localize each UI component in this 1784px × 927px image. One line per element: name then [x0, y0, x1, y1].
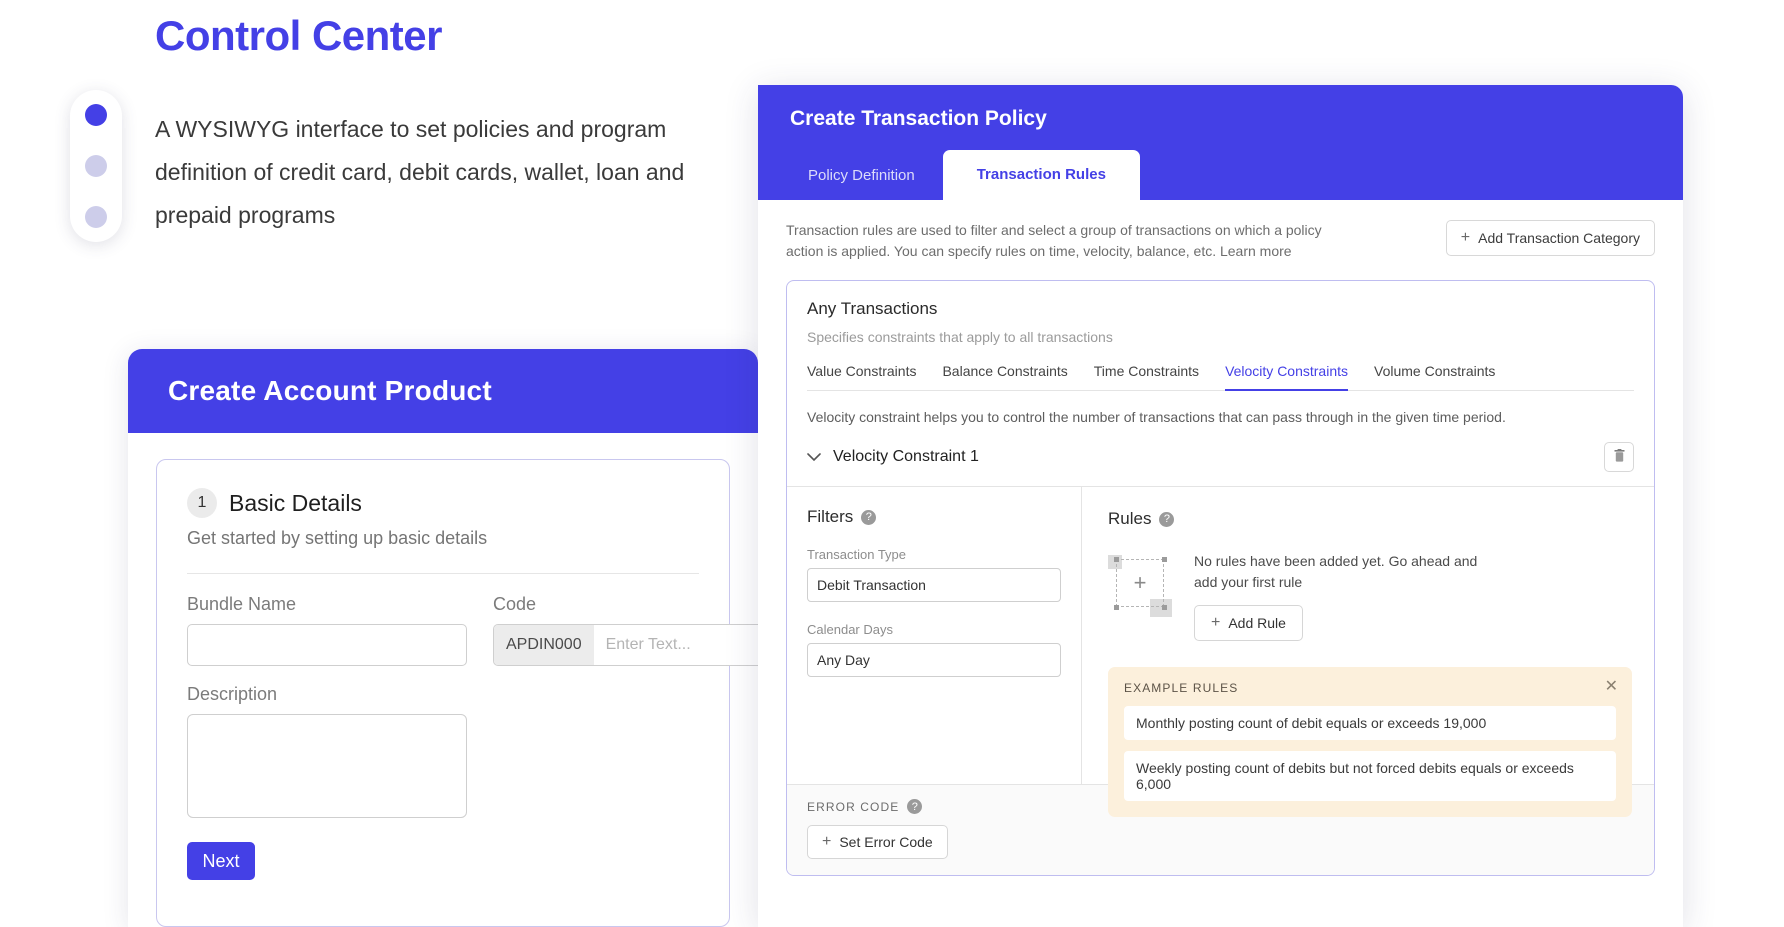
transaction-type-input[interactable] — [807, 568, 1061, 602]
description-field-group: Description — [187, 684, 699, 818]
set-error-code-button[interactable]: + Set Error Code — [807, 825, 948, 859]
account-product-header: Create Account Product — [128, 349, 758, 433]
tab-volume-constraints[interactable]: Volume Constraints — [1374, 363, 1495, 391]
calendar-days-input[interactable] — [807, 643, 1061, 677]
plus-icon: + — [822, 833, 832, 850]
carousel-dot-2[interactable] — [85, 155, 107, 177]
velocity-description: Velocity constraint helps you to control… — [807, 409, 1506, 425]
plus-icon: + — [1211, 614, 1221, 631]
step-subtitle: Get started by setting up basic details — [187, 528, 488, 548]
rules-empty-message: No rules have been added yet. Go ahead a… — [1194, 553, 1478, 590]
tab-transaction-rules[interactable]: Transaction Rules — [942, 150, 1140, 200]
bundle-name-label: Bundle Name — [187, 594, 297, 614]
any-transactions-card: Any Transactions Specifies constraints t… — [786, 280, 1655, 876]
chevron-down-icon[interactable] — [807, 449, 821, 465]
page-root: Control Center A WYSIWYG interface to se… — [0, 0, 1784, 927]
carousel-dot-3[interactable] — [85, 206, 107, 228]
example-rules-box: ✕ EXAMPLE RULES Monthly posting count of… — [1108, 667, 1632, 817]
rules-header: Rules ? — [1108, 509, 1632, 529]
add-transaction-category-button[interactable]: + Add Transaction Category — [1445, 220, 1655, 256]
help-icon[interactable]: ? — [907, 799, 923, 814]
help-icon[interactable]: ? — [861, 509, 877, 525]
next-button[interactable]: Next — [187, 842, 255, 880]
create-transaction-policy-panel: Create Transaction Policy Policy Definit… — [758, 85, 1683, 927]
hero-description: A WYSIWYG interface to set policies and … — [155, 116, 685, 228]
policy-header: Create Transaction Policy Policy Definit… — [758, 85, 1683, 200]
any-transactions-title: Any Transactions — [807, 299, 938, 318]
close-icon[interactable]: ✕ — [1605, 679, 1618, 695]
description-textarea[interactable] — [187, 714, 467, 818]
tab-value-constraints[interactable]: Value Constraints — [807, 363, 916, 391]
carousel-dots[interactable] — [70, 90, 122, 242]
tab-policy-definition[interactable]: Policy Definition — [780, 153, 943, 200]
bundle-code-row: Bundle Name Code APDIN000 Enter Text... — [187, 594, 758, 666]
code-field-group: Code APDIN000 Enter Text... — [493, 594, 758, 666]
policy-description: Transaction rules are used to filter and… — [786, 222, 1322, 259]
step-divider — [187, 573, 699, 574]
constraint-tabs: Value Constraints Balance Constraints Ti… — [807, 363, 1634, 391]
account-product-title: Create Account Product — [168, 375, 492, 406]
any-transactions-top: Any Transactions Specifies constraints t… — [787, 281, 1654, 391]
tab-time-constraints[interactable]: Time Constraints — [1094, 363, 1199, 391]
plus-icon: + — [1460, 229, 1471, 246]
velocity-constraint-name: Velocity Constraint 1 — [833, 448, 979, 465]
delete-constraint-button[interactable] — [1604, 442, 1634, 472]
set-error-code-label: Set Error Code — [839, 834, 933, 850]
error-code-title: ERROR CODE — [807, 799, 900, 814]
tab-velocity-constraints[interactable]: Velocity Constraints — [1225, 363, 1349, 391]
filters-title: Filters — [807, 507, 854, 526]
velocity-constraint-header-left[interactable]: Velocity Constraint 1 — [807, 448, 979, 466]
tab-balance-constraints[interactable]: Balance Constraints — [942, 363, 1067, 391]
code-input[interactable]: APDIN000 Enter Text... — [493, 624, 758, 666]
step-number-badge: 1 — [187, 488, 217, 518]
page-title: Control Center — [155, 12, 443, 59]
rules-empty-block: No rules have been added yet. Go ahead a… — [1194, 551, 1494, 641]
code-placeholder: Enter Text... — [605, 636, 691, 653]
policy-description-row: Transaction rules are used to filter and… — [786, 220, 1655, 262]
transaction-type-label: Transaction Type — [807, 547, 906, 562]
account-product-body: 1 Basic Details Get started by setting u… — [128, 433, 758, 927]
add-transaction-category-label: Add Transaction Category — [1478, 230, 1640, 246]
velocity-constraint-header: Velocity Constraint 1 — [787, 428, 1654, 487]
policy-body: Transaction rules are used to filter and… — [758, 200, 1683, 876]
example-rule-item[interactable]: Weekly posting count of debits but not f… — [1124, 751, 1616, 801]
add-rule-button[interactable]: + Add Rule — [1194, 605, 1303, 641]
step-title: Basic Details — [229, 489, 362, 516]
rules-empty-state: + No rules have been added yet. Go ahead… — [1108, 551, 1632, 641]
trash-icon — [1613, 448, 1626, 466]
bundle-name-field-group: Bundle Name — [187, 594, 467, 666]
add-placeholder-icon: + — [1108, 555, 1174, 617]
example-rule-item[interactable]: Monthly posting count of debit equals or… — [1124, 706, 1616, 740]
example-rules-title: EXAMPLE RULES — [1124, 681, 1239, 695]
rules-column: Rules ? + No rules have been added yet. … — [1082, 487, 1654, 817]
carousel-dot-1[interactable] — [85, 104, 107, 126]
description-label: Description — [187, 684, 278, 704]
calendar-days-label: Calendar Days — [807, 622, 893, 637]
code-label: Code — [493, 594, 537, 614]
policy-tabs: Policy Definition Transaction Rules — [780, 150, 1140, 200]
step-title-row: 1 Basic Details — [187, 488, 699, 518]
filters-column: Filters ? Transaction Type Calendar Days — [787, 487, 1082, 784]
policy-title: Create Transaction Policy — [790, 107, 1047, 130]
filters-header: Filters ? — [807, 507, 1061, 527]
velocity-constraint-columns: Filters ? Transaction Type Calendar Days… — [787, 487, 1654, 817]
rules-title: Rules — [1108, 509, 1152, 528]
bundle-name-input[interactable] — [187, 624, 467, 666]
add-rule-label: Add Rule — [1228, 615, 1286, 631]
any-transactions-subtitle: Specifies constraints that apply to all … — [807, 329, 1113, 345]
help-icon[interactable]: ? — [1159, 511, 1175, 527]
basic-details-step: 1 Basic Details Get started by setting u… — [156, 459, 758, 927]
create-account-product-card: Create Account Product 1 Basic Details G… — [128, 349, 758, 927]
code-prefix: APDIN000 — [494, 625, 594, 665]
